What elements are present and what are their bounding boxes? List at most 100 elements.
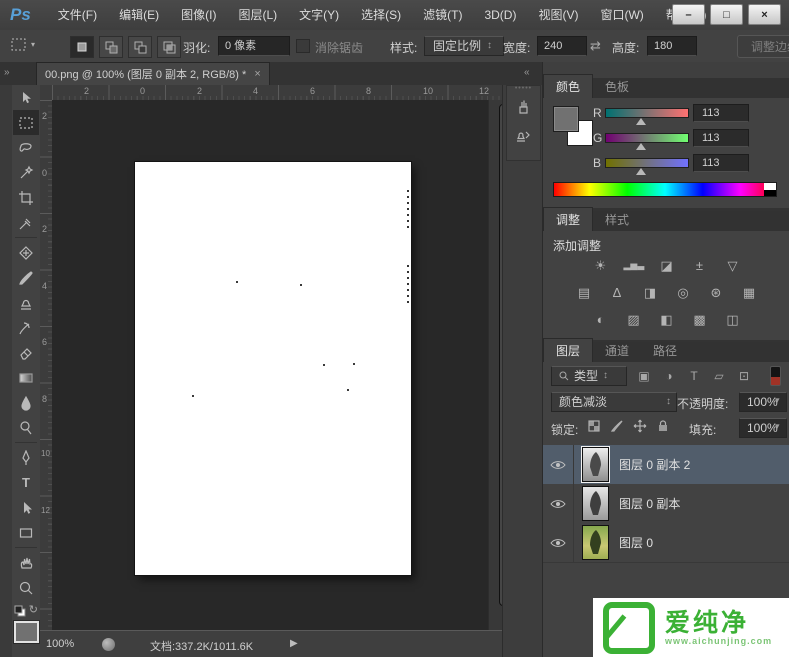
photo-filter-icon[interactable]: ◎ [673, 284, 693, 301]
tab-channels[interactable]: 通道 [593, 339, 641, 362]
threshold-icon[interactable]: ◧ [657, 311, 677, 328]
layer-visibility-cell[interactable] [543, 484, 574, 523]
swap-colors-icon[interactable]: ↻ [29, 603, 38, 616]
spectrum-white-swatch[interactable] [764, 183, 776, 190]
layer-thumbnail[interactable] [582, 447, 609, 482]
channel-r-value[interactable]: 113 [693, 104, 749, 122]
layer-name[interactable]: 图层 0 [619, 534, 653, 551]
posterize-icon[interactable]: ▨ [624, 311, 644, 328]
menu-type[interactable]: 文字(Y) [288, 0, 350, 30]
tab-paths[interactable]: 路径 [641, 339, 689, 362]
crop-tool-button[interactable] [13, 185, 39, 210]
menu-image[interactable]: 图像(I) [170, 0, 227, 30]
width-input[interactable]: 240 [537, 36, 587, 56]
hand-tool-button[interactable] [13, 550, 39, 575]
feather-input[interactable]: 0 像素 [218, 36, 290, 56]
layer-name[interactable]: 图层 0 副本 [619, 495, 680, 512]
eraser-tool-button[interactable] [13, 340, 39, 365]
lock-position-icon[interactable] [633, 419, 647, 433]
layer-thumbnail[interactable] [582, 486, 609, 521]
layer-thumbnail[interactable] [582, 525, 609, 560]
close-button[interactable]: × [748, 4, 781, 25]
brightness-contrast-icon[interactable]: ☀ [591, 257, 611, 274]
blend-mode-dropdown[interactable]: 颜色减淡 ↕ [551, 392, 677, 412]
layer-row[interactable]: 图层 0 副本 2 [543, 445, 789, 485]
rectangular-marquee-tool-button[interactable] [13, 110, 39, 135]
channel-b-slider[interactable] [605, 158, 689, 168]
tab-color[interactable]: 颜色 [543, 74, 593, 98]
refine-edge-button[interactable]: 调整边缘 [737, 35, 789, 58]
color-balance-icon[interactable]: Δ [607, 284, 627, 301]
invert-icon[interactable]: ◐ [591, 311, 611, 328]
fill-dropdown-icon[interactable]: ▾ [775, 421, 780, 432]
menu-window[interactable]: 窗口(W) [589, 0, 654, 30]
foreground-color-swatch[interactable] [14, 621, 39, 643]
expand-right-dock-icon[interactable]: « [524, 67, 529, 78]
hue-saturation-icon[interactable]: ▤ [574, 284, 594, 301]
lasso-tool-button[interactable] [13, 135, 39, 160]
filter-smart-objects-icon[interactable]: ⊡ [735, 369, 753, 383]
dodge-tool-button[interactable] [13, 415, 39, 440]
foreground-color-swatch[interactable] [553, 106, 579, 132]
antialias-checkbox[interactable] [296, 39, 310, 53]
add-to-selection-button[interactable] [99, 36, 123, 58]
menu-view[interactable]: 视图(V) [527, 0, 589, 30]
zoom-tool-button[interactable] [13, 575, 39, 600]
document-tab-close-icon[interactable]: × [254, 68, 260, 80]
type-tool-button[interactable]: T [13, 470, 39, 495]
maximize-button[interactable]: □ [710, 4, 743, 25]
height-input[interactable]: 180 [647, 36, 697, 56]
layer-row[interactable]: 图层 0 副本 [543, 484, 789, 524]
channel-b-value[interactable]: 113 [693, 154, 749, 172]
default-colors-icon[interactable] [14, 605, 26, 617]
brush-tool-button[interactable] [13, 265, 39, 290]
levels-icon[interactable]: ▂▅▃ [624, 257, 644, 274]
menu-select[interactable]: 选择(S) [350, 0, 412, 30]
lock-all-icon[interactable] [656, 419, 670, 433]
minimize-button[interactable]: – [672, 4, 705, 25]
clone-stamp-tool-button[interactable] [13, 290, 39, 315]
exposure-icon[interactable]: ± [690, 257, 710, 274]
document-tab[interactable]: 00.png @ 100% (图层 0 副本 2, RGB/8) * × [36, 62, 270, 85]
color-lookup-icon[interactable]: ▦ [739, 284, 759, 301]
layer-name[interactable]: 图层 0 副本 2 [619, 456, 690, 473]
vertical-scrollbar[interactable] [488, 100, 502, 630]
spectrum-black-swatch[interactable] [764, 190, 776, 196]
swap-dimensions-icon[interactable]: ⇄ [590, 38, 601, 54]
clone-source-panel-button[interactable] [507, 122, 538, 152]
opacity-dropdown-icon[interactable]: ▾ [775, 395, 780, 406]
status-options-arrow-icon[interactable]: ▶ [290, 638, 298, 649]
move-tool-button[interactable] [13, 85, 39, 110]
zoom-level-field[interactable]: 100% [46, 638, 74, 650]
path-selection-tool-button[interactable] [13, 495, 39, 520]
color-spectrum-ramp[interactable] [553, 182, 777, 197]
black-white-icon[interactable]: ◨ [640, 284, 660, 301]
channel-g-value[interactable]: 113 [693, 129, 749, 147]
layer-visibility-cell[interactable] [543, 523, 574, 562]
gradient-tool-button[interactable] [13, 365, 39, 390]
tab-swatches[interactable]: 色板 [593, 75, 641, 98]
lock-transparency-icon[interactable] [587, 419, 601, 433]
menu-3d[interactable]: 3D(D) [473, 0, 527, 30]
filter-pixel-layers-icon[interactable]: ▣ [635, 369, 653, 383]
filter-adjustment-layers-icon[interactable]: ◑ [660, 369, 678, 383]
filter-shape-layers-icon[interactable]: ▱ [710, 369, 728, 383]
channel-r-slider[interactable] [605, 108, 689, 118]
curves-icon[interactable]: ◪ [657, 257, 677, 274]
new-selection-button[interactable] [70, 36, 94, 58]
pen-tool-button[interactable] [13, 445, 39, 470]
collapse-left-dock-icon[interactable]: » [4, 67, 9, 78]
gradient-map-icon[interactable]: ▩ [690, 311, 710, 328]
rectangle-tool-button[interactable] [13, 520, 39, 545]
style-dropdown[interactable]: 固定比例 ↕ [424, 36, 504, 56]
tool-preset-picker[interactable]: ▾ [10, 37, 35, 52]
subtract-from-selection-button[interactable] [128, 36, 152, 58]
channel-b-slider-thumb[interactable] [636, 168, 646, 175]
layer-filtering-toggle[interactable] [770, 366, 781, 386]
history-brush-tool-button[interactable] [13, 315, 39, 340]
magic-wand-tool-button[interactable] [13, 160, 39, 185]
filter-type-layers-icon[interactable]: T [685, 369, 703, 383]
vibrance-icon[interactable]: ▽ [723, 257, 743, 274]
selective-color-icon[interactable]: ◫ [723, 311, 743, 328]
menu-filter[interactable]: 滤镜(T) [412, 0, 473, 30]
